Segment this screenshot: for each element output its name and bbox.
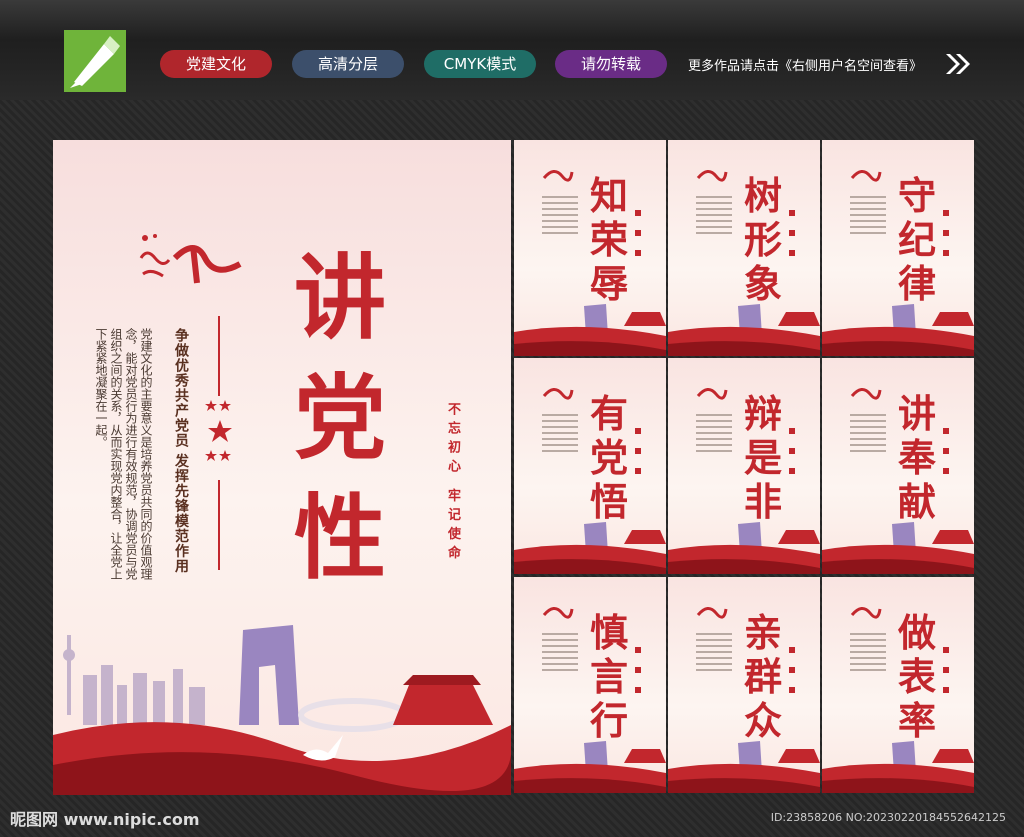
city-skyline-graphic: [53, 625, 511, 795]
poster-skyline: [822, 741, 974, 793]
poster-logo: [696, 388, 728, 400]
stars-icon: [205, 400, 232, 461]
poster-marks: [789, 210, 797, 270]
poster-title: 讲奉献: [897, 391, 936, 524]
poster-logo: [542, 607, 574, 619]
poster-logo: [850, 170, 882, 182]
tag-party-culture[interactable]: 党建文化: [160, 50, 272, 78]
poster-zuo-biao-shuai: 做表率: [822, 577, 974, 793]
poster-marks: [635, 210, 643, 270]
poster-text-lines: [850, 196, 886, 238]
poster-title: 慎言行: [589, 610, 628, 743]
poster-text-lines: [850, 414, 886, 456]
poster-text-lines: [542, 196, 578, 238]
poster-title: 有党悟: [589, 391, 628, 524]
poster-marks: [943, 210, 951, 270]
poster-skyline: [822, 522, 974, 574]
poster-logo: [542, 170, 574, 182]
main-poster: 争做优秀共产党员 发挥先锋模范作用 党建文化的主要意义是培养党员共同的价值观理念…: [53, 140, 511, 795]
slogan: 争做优秀共产党员 发挥先锋模范作用: [173, 328, 189, 574]
poster-jiang-feng-xian: 讲奉献: [822, 358, 974, 574]
poster-marks: [943, 647, 951, 707]
poster-title: 亲群众: [743, 610, 782, 743]
poster-marks: [789, 647, 797, 707]
poster-logo: [696, 170, 728, 182]
tag-hd-layers[interactable]: 高清分层: [292, 50, 404, 78]
poster-you-dang-wu: 有党悟: [514, 358, 666, 574]
poster-title: 知荣辱: [589, 173, 628, 306]
intro-paragraph: 党建文化的主要意义是培养党员共同的价值观理念，能对党员行为进行有效规范，协调党员…: [94, 328, 153, 580]
poster-skyline: [668, 522, 820, 574]
divider-line: [218, 316, 220, 396]
more-works-link[interactable]: 更多作品请点击《右侧用户名空间查看》: [688, 55, 922, 74]
poster-skyline: [514, 304, 666, 356]
poster-shen-yan-xing: 慎言行: [514, 577, 666, 793]
poster-text-lines: [542, 633, 578, 675]
poster-logo: [696, 607, 728, 619]
poster-bian-shi-fei: 辩是非: [668, 358, 820, 574]
pen-nib-icon: [70, 36, 120, 88]
poster-shou-ji-lv: 守纪律: [822, 140, 974, 356]
tag-cmyk[interactable]: CMYK模式: [424, 50, 536, 78]
poster-title: 做表率: [897, 610, 936, 743]
poster-marks: [943, 428, 951, 488]
poster-skyline: [668, 304, 820, 356]
poster-title: 守纪律: [897, 173, 936, 306]
poster-skyline: [822, 304, 974, 356]
main-title: 讲党性: [293, 244, 386, 592]
tag-no-repost[interactable]: 请勿转载: [555, 50, 667, 78]
site-watermark: 昵图网 www.nipic.com: [10, 810, 200, 829]
site-logo[interactable]: [64, 30, 126, 92]
poster-qin-qun-zhong: 亲群众: [668, 577, 820, 793]
image-id-watermark: ID:23858206 NO:20230220184552642125: [770, 811, 1006, 824]
divider-line-2: [218, 480, 220, 570]
poster-shu-xing-xiang: 树形象: [668, 140, 820, 356]
poster-text-lines: [696, 414, 732, 456]
poster-title: 辩是非: [743, 391, 782, 524]
poster-zhi-rong-ru: 知荣辱: [514, 140, 666, 356]
poster-marks: [789, 428, 797, 488]
poster-skyline: [668, 741, 820, 793]
poster-text-lines: [696, 633, 732, 675]
poster-skyline: [514, 522, 666, 574]
mission-slogan: 不忘初心 牢记使命: [445, 402, 460, 565]
poster-text-lines: [542, 414, 578, 456]
double-arrow-icon[interactable]: [944, 52, 972, 76]
poster-title: 树形象: [743, 173, 782, 306]
poster-text-lines: [696, 196, 732, 238]
poster-logo: [850, 607, 882, 619]
poster-logo: [542, 388, 574, 400]
poster-skyline: [514, 741, 666, 793]
poster-text-lines: [850, 633, 886, 675]
china-dream-logo: [139, 234, 242, 284]
poster-marks: [635, 428, 643, 488]
poster-logo: [850, 388, 882, 400]
poster-marks: [635, 647, 643, 707]
